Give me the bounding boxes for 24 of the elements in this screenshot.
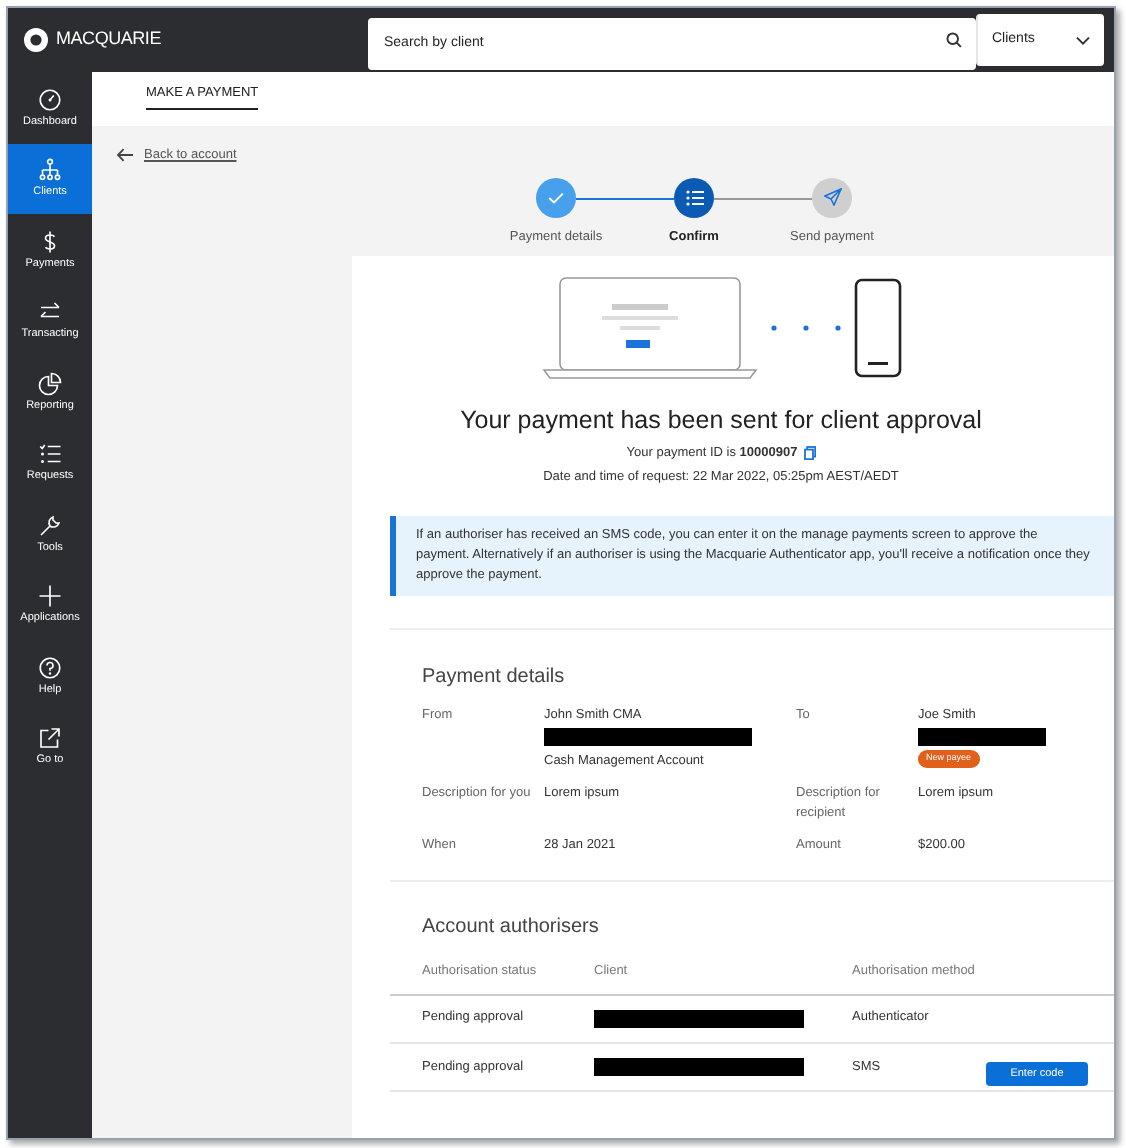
section-heading: Payment details: [422, 664, 567, 692]
hierarchy-icon: [38, 158, 62, 182]
dots-icon: [769, 323, 841, 332]
arrow-left-icon: [116, 148, 134, 163]
wrench-icon: [38, 513, 62, 537]
step-connector: [714, 197, 812, 200]
checklist-icon: [38, 442, 62, 466]
pie-chart-icon: [38, 371, 62, 395]
copy-icon[interactable]: [803, 445, 816, 460]
search-icon[interactable]: [946, 32, 962, 48]
external-link-icon: [38, 726, 62, 750]
check-icon: [548, 191, 564, 204]
chevron-down-icon: [1076, 35, 1090, 45]
phone-drawing: [853, 277, 901, 378]
list-icon: [685, 189, 703, 206]
gauge-icon: [38, 87, 62, 111]
plus-icon: [38, 584, 62, 608]
logo-text: MACQUARIE: [56, 26, 161, 53]
section-heading: Account authorisers: [422, 913, 601, 942]
step-connector: [576, 197, 674, 200]
paper-plane-icon: [823, 188, 841, 207]
help-icon: [38, 655, 62, 679]
logo-icon: [24, 28, 48, 52]
confirmation-title: Your payment has been sent for client approval: [458, 403, 984, 438]
